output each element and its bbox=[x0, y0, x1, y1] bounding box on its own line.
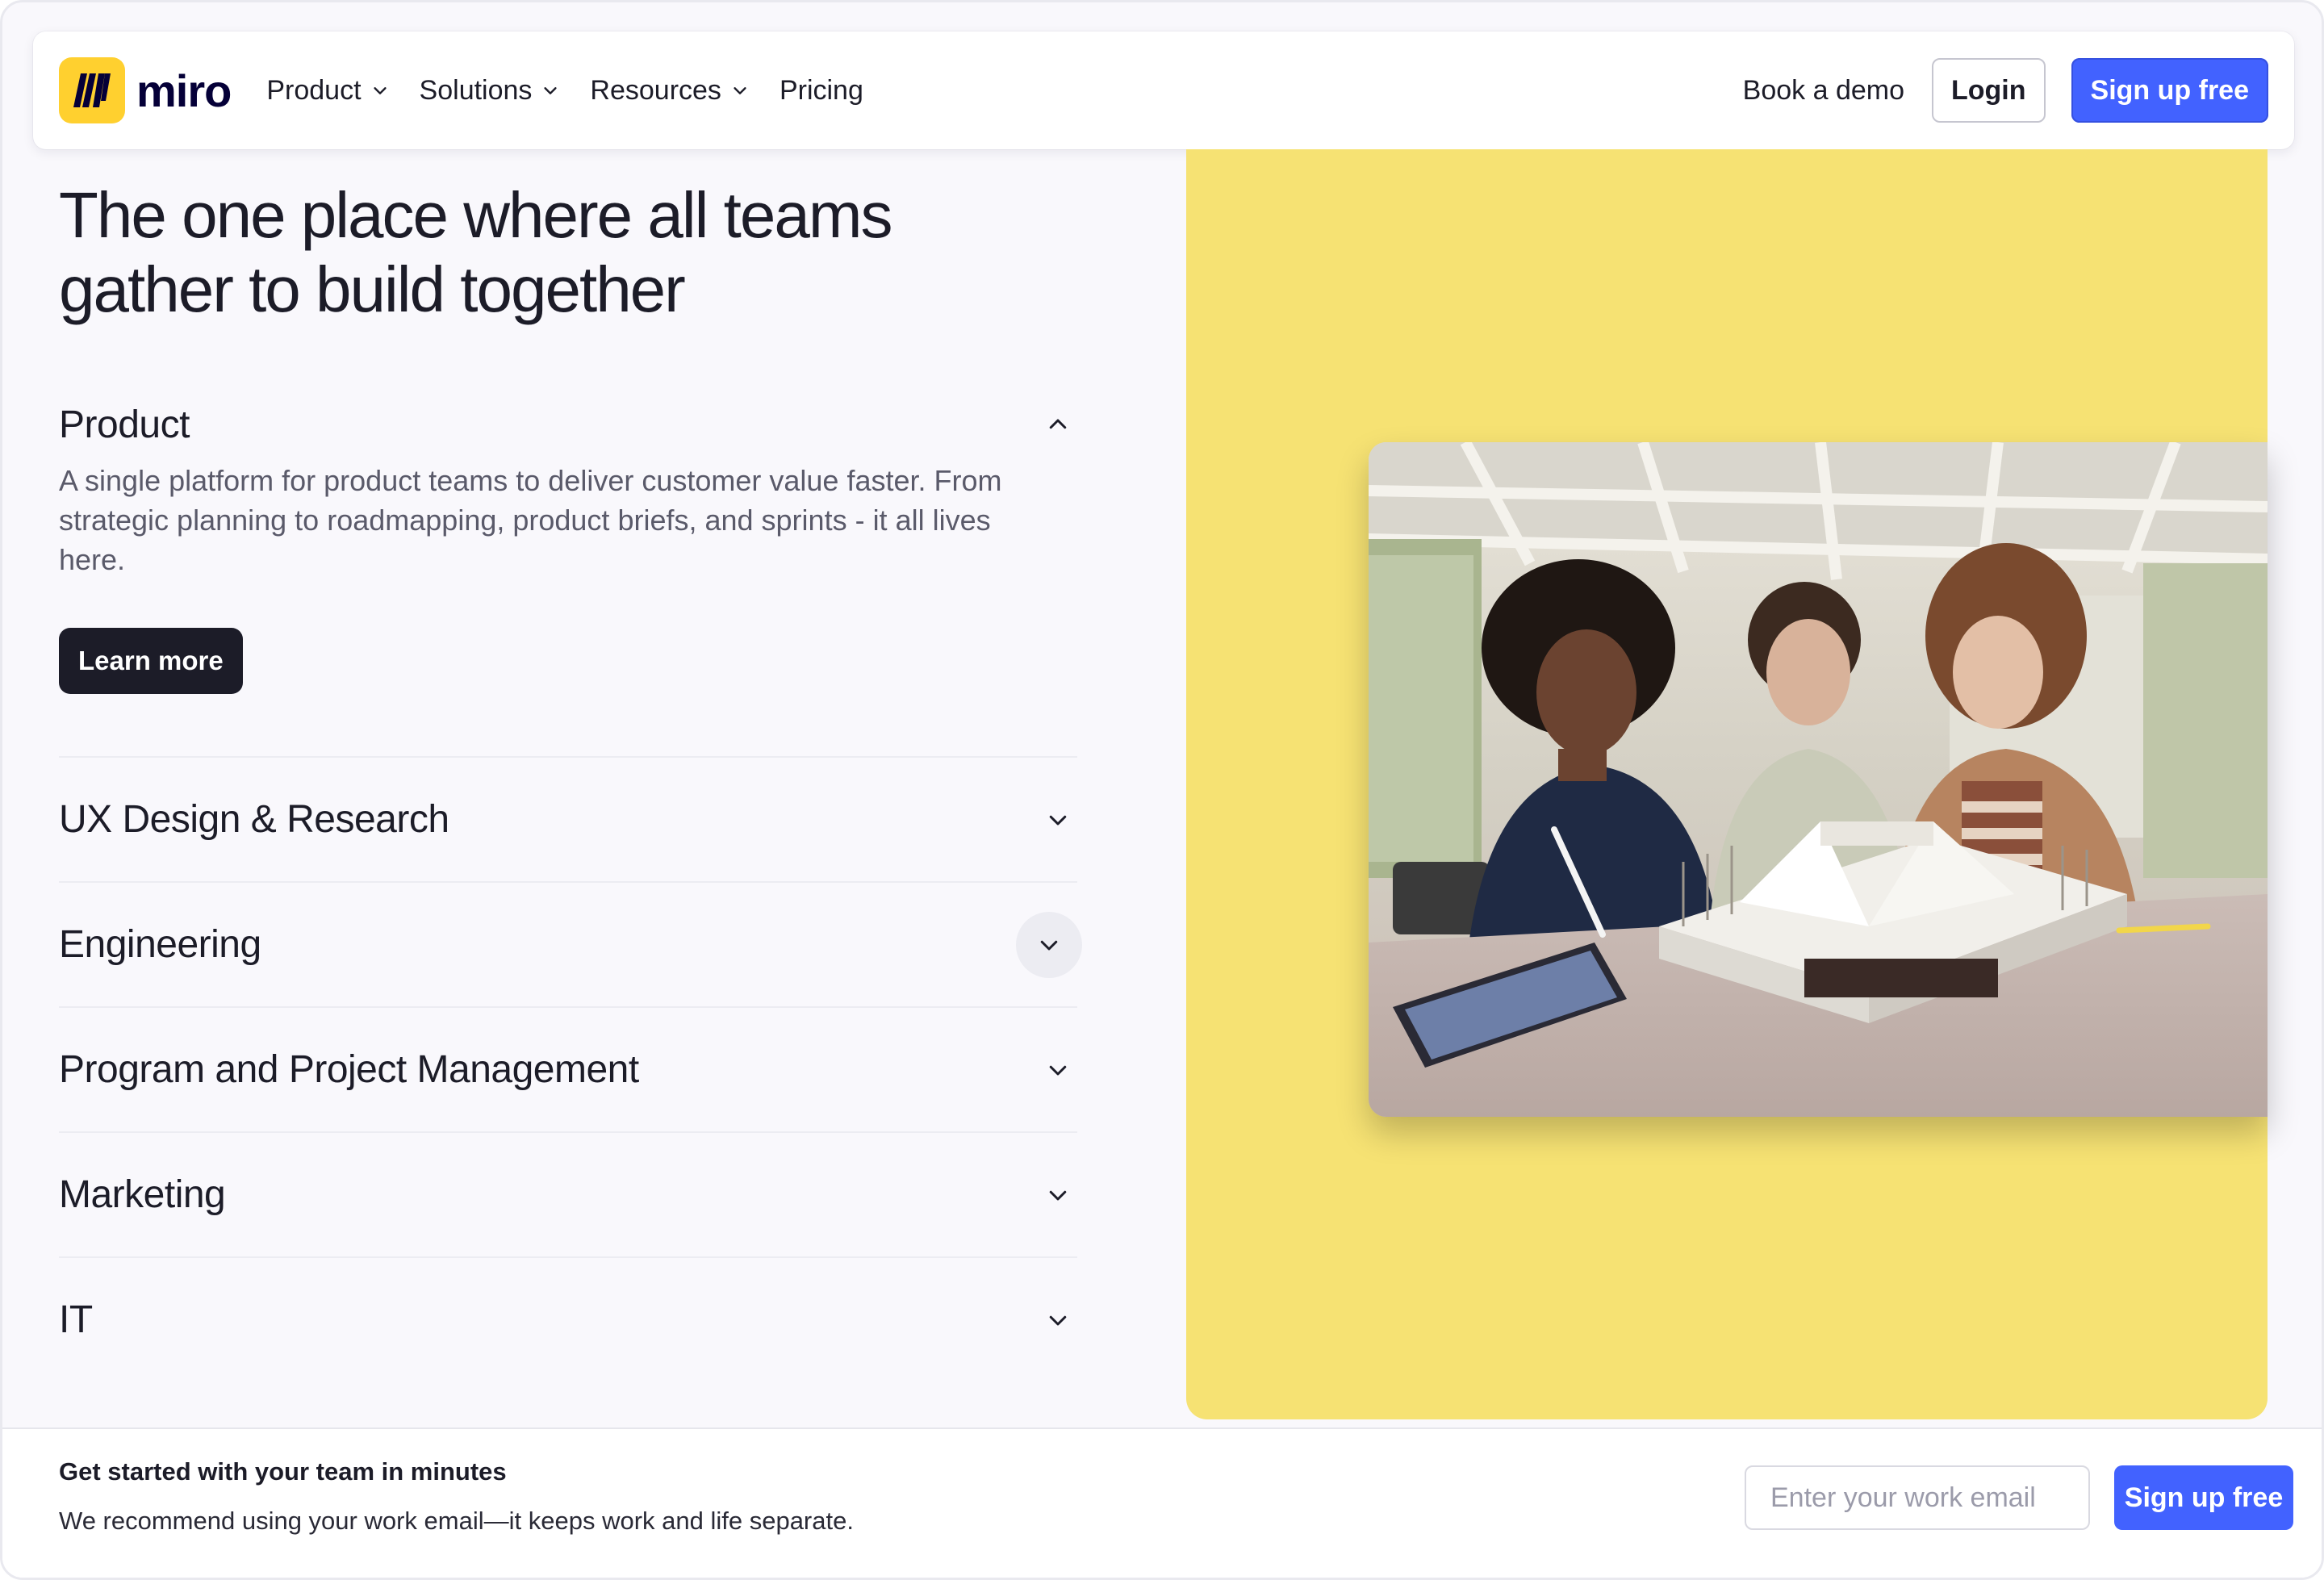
accordion-title: IT bbox=[59, 1298, 93, 1341]
accordion-item-it[interactable]: IT bbox=[59, 1256, 1077, 1381]
nav-pricing[interactable]: Pricing bbox=[780, 75, 863, 107]
chevron-down-icon[interactable] bbox=[1035, 1298, 1080, 1343]
accordion-item-engineering[interactable]: Engineering bbox=[59, 881, 1082, 1006]
cta-signup-button[interactable]: Sign up free bbox=[2114, 1465, 2293, 1530]
chevron-down-icon[interactable] bbox=[1035, 1172, 1080, 1218]
chevron-down-icon[interactable] bbox=[1035, 1047, 1080, 1093]
accordion-item-program-management[interactable]: Program and Project Management bbox=[59, 1006, 1077, 1131]
nav-product[interactable]: Product bbox=[266, 75, 388, 107]
top-navbar: miro Product Solutions Resources Pricing… bbox=[33, 31, 2294, 149]
chevron-down-icon[interactable] bbox=[1016, 911, 1082, 978]
accordion-description: A single platform for product teams to d… bbox=[59, 464, 1002, 576]
cta-title: Get started with your team in minutes bbox=[59, 1457, 507, 1486]
chevron-down-icon bbox=[544, 87, 558, 94]
accordion-item-marketing[interactable]: Marketing bbox=[59, 1131, 1077, 1256]
nav-solutions-label: Solutions bbox=[419, 74, 533, 106]
miro-logo[interactable]: miro bbox=[59, 57, 232, 123]
login-button[interactable]: Login bbox=[1932, 58, 2046, 123]
learn-more-button[interactable]: Learn more bbox=[59, 628, 243, 694]
signup-button[interactable]: Sign up free bbox=[2071, 58, 2268, 123]
nav-solutions[interactable]: Solutions bbox=[420, 75, 560, 107]
team-collaboration-photo bbox=[1369, 442, 2268, 1117]
accordion-title: Marketing bbox=[59, 1173, 226, 1216]
chevron-up-icon[interactable] bbox=[1035, 402, 1080, 447]
chevron-down-icon[interactable] bbox=[1035, 797, 1080, 842]
accordion-title: Engineering bbox=[59, 923, 261, 966]
nav-links: Product Solutions Resources Pricing bbox=[266, 75, 863, 107]
accordion-title: UX Design & Research bbox=[59, 798, 449, 841]
accordion-title: Product bbox=[59, 403, 190, 446]
nav-product-label: Product bbox=[266, 74, 362, 106]
chevron-down-icon bbox=[734, 87, 746, 94]
nav-actions: Book a demo Login Sign up free bbox=[1743, 58, 2268, 123]
work-email-input[interactable] bbox=[1745, 1465, 2090, 1530]
page-frame: miro Product Solutions Resources Pricing… bbox=[0, 0, 2324, 1580]
cta-subtitle: We recommend using your work email—it ke… bbox=[59, 1507, 854, 1535]
accordion-item-product: Product A single platform for product te… bbox=[59, 388, 1077, 694]
accordion-item-ux-design[interactable]: UX Design & Research bbox=[59, 756, 1077, 881]
accordion-title: Program and Project Management bbox=[59, 1048, 639, 1091]
miro-logo-icon bbox=[59, 57, 125, 123]
hero-title: The one place where all teams gather to … bbox=[59, 179, 893, 325]
nav-resources-label: Resources bbox=[590, 74, 721, 106]
chevron-down-icon bbox=[373, 87, 387, 94]
logo-wordmark: miro bbox=[136, 65, 232, 116]
book-demo-link[interactable]: Book a demo bbox=[1743, 75, 1904, 107]
nav-pricing-label: Pricing bbox=[779, 74, 863, 106]
nav-resources[interactable]: Resources bbox=[590, 75, 749, 107]
accordion-header-product[interactable]: Product bbox=[59, 388, 1077, 461]
